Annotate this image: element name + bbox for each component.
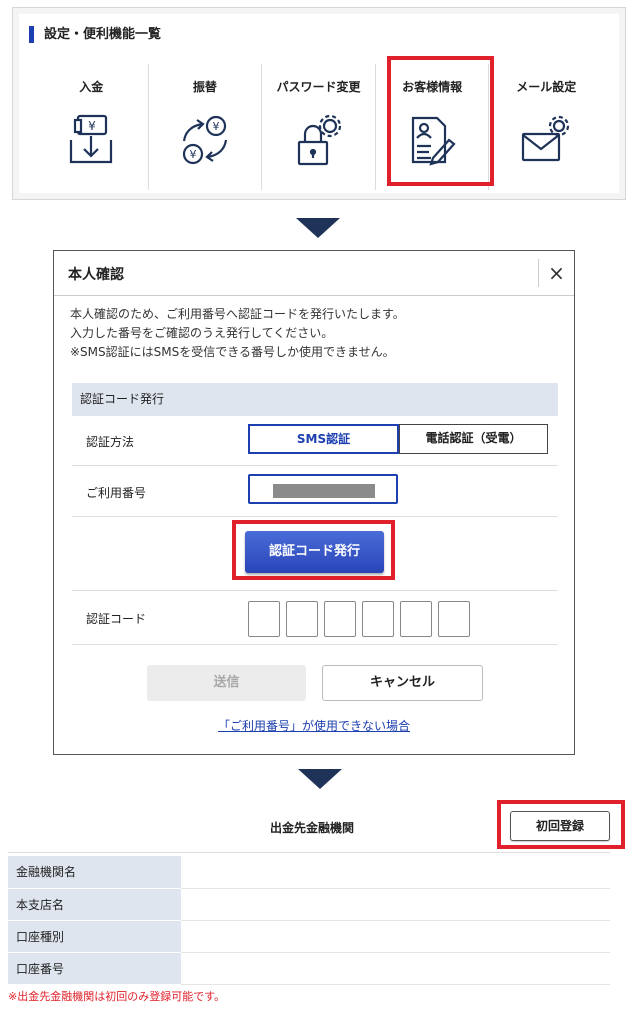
code-digit-input[interactable] [362,601,394,637]
bank-panel-title: 出金先金融機関 [270,821,355,835]
account-number-value [181,952,610,985]
cancel-button[interactable]: キャンセル [322,665,483,701]
number-row: ご利用番号 [72,466,558,517]
settings-panel-body: 設定・便利機能一覧 入金 ¥ 振替 ¥ ¥ パスワード変更 お客様情報 メール設… [19,14,619,193]
svg-text:¥: ¥ [212,120,219,133]
section-title: 認証コード発行 [72,383,558,416]
bank-info-table: 金融機関名 本支店名 口座種別 口座番号 [8,856,610,985]
deposit-yen-icon: ¥ [66,114,116,168]
menu-item-password[interactable]: パスワード変更 [262,64,376,190]
menu-item-deposit[interactable]: 入金 ¥ [35,64,149,190]
password-lock-gear-icon [294,114,344,168]
table-row: 金融機関名 [8,856,610,889]
account-number-label: 口座番号 [8,952,181,985]
svg-text:¥: ¥ [189,148,196,161]
mail-gear-icon [521,114,571,168]
dialog-divider [54,295,574,296]
flow-arrow-1 [296,218,340,238]
send-button[interactable]: 送信 [147,665,306,701]
description-line: 本人確認のため、ご利用番号へ認証コードを発行いたします。 [70,307,405,321]
branch-name-value [181,888,610,921]
help-link[interactable]: 「ご利用番号」が使用できない場合 [54,717,574,734]
settings-panel: 設定・便利機能一覧 入金 ¥ 振替 ¥ ¥ パスワード変更 お客様情報 メール設… [12,7,626,200]
transfer-yen-icon: ¥ ¥ [180,114,230,168]
svg-text:¥: ¥ [88,119,96,133]
usage-number-field[interactable] [248,474,398,504]
settings-menu: 入金 ¥ 振替 ¥ ¥ パスワード変更 お客様情報 メール設定 [35,64,603,194]
table-row: 本支店名 [8,888,610,921]
masked-number [273,484,375,498]
bank-name-value [181,856,610,889]
code-digit-input[interactable] [438,601,470,637]
code-digit-input[interactable] [400,601,432,637]
flow-arrow-2 [298,769,342,789]
menu-item-label: 入金 [79,80,104,94]
table-row: 口座種別 [8,920,610,953]
auth-method-label: 認証方法 [86,435,135,449]
code-row: 認証コード [72,590,558,645]
code-inputs [248,601,470,637]
code-digit-input[interactable] [324,601,356,637]
menu-item-mail-settings[interactable]: メール設定 [489,64,603,190]
menu-item-label: パスワード変更 [276,80,361,94]
dialog-description: 本人確認のため、ご利用番号へ認証コードを発行いたします。 入力した番号をご確認の… [70,305,405,362]
bank-panel-divider [8,852,610,853]
highlight-customer-info [387,56,494,186]
settings-panel-title: 設定・便利機能一覧 [29,26,161,43]
number-label: ご利用番号 [86,486,147,500]
menu-item-label: 振替 [192,80,217,94]
account-type-label: 口座種別 [8,920,181,953]
account-type-value [181,920,610,953]
description-line: 入力した番号をご確認のうえ発行してください。 [70,326,334,340]
registration-note: ※出金先金融機関は初回のみ登録可能です。 [8,990,226,1003]
highlight-issue-button [232,520,395,580]
code-label: 認証コード [86,612,147,626]
code-digit-input[interactable] [248,601,280,637]
highlight-first-register [497,800,625,849]
close-icon[interactable]: × [538,259,574,287]
menu-item-label: メール設定 [516,80,577,94]
menu-item-transfer[interactable]: 振替 ¥ ¥ [149,64,263,190]
phone-auth-button[interactable]: 電話認証（受電） [399,424,548,454]
code-digit-input[interactable] [286,601,318,637]
dialog-title: 本人確認 [68,267,124,283]
identity-verification-dialog: 本人確認 × 本人確認のため、ご利用番号へ認証コードを発行いたします。 入力した… [53,250,575,755]
bank-name-label: 金融機関名 [8,856,181,889]
description-line: ※SMS認証にはSMSを受信できる番号しか使用できません。 [70,345,395,359]
sms-auth-button[interactable]: SMS認証 [248,424,399,454]
table-row: 口座番号 [8,952,610,985]
auth-method-row: 認証方法 SMS認証 電話認証（受電） [72,416,558,466]
auth-method-toggle: SMS認証 電話認証（受電） [248,424,548,454]
branch-name-label: 本支店名 [8,888,181,921]
